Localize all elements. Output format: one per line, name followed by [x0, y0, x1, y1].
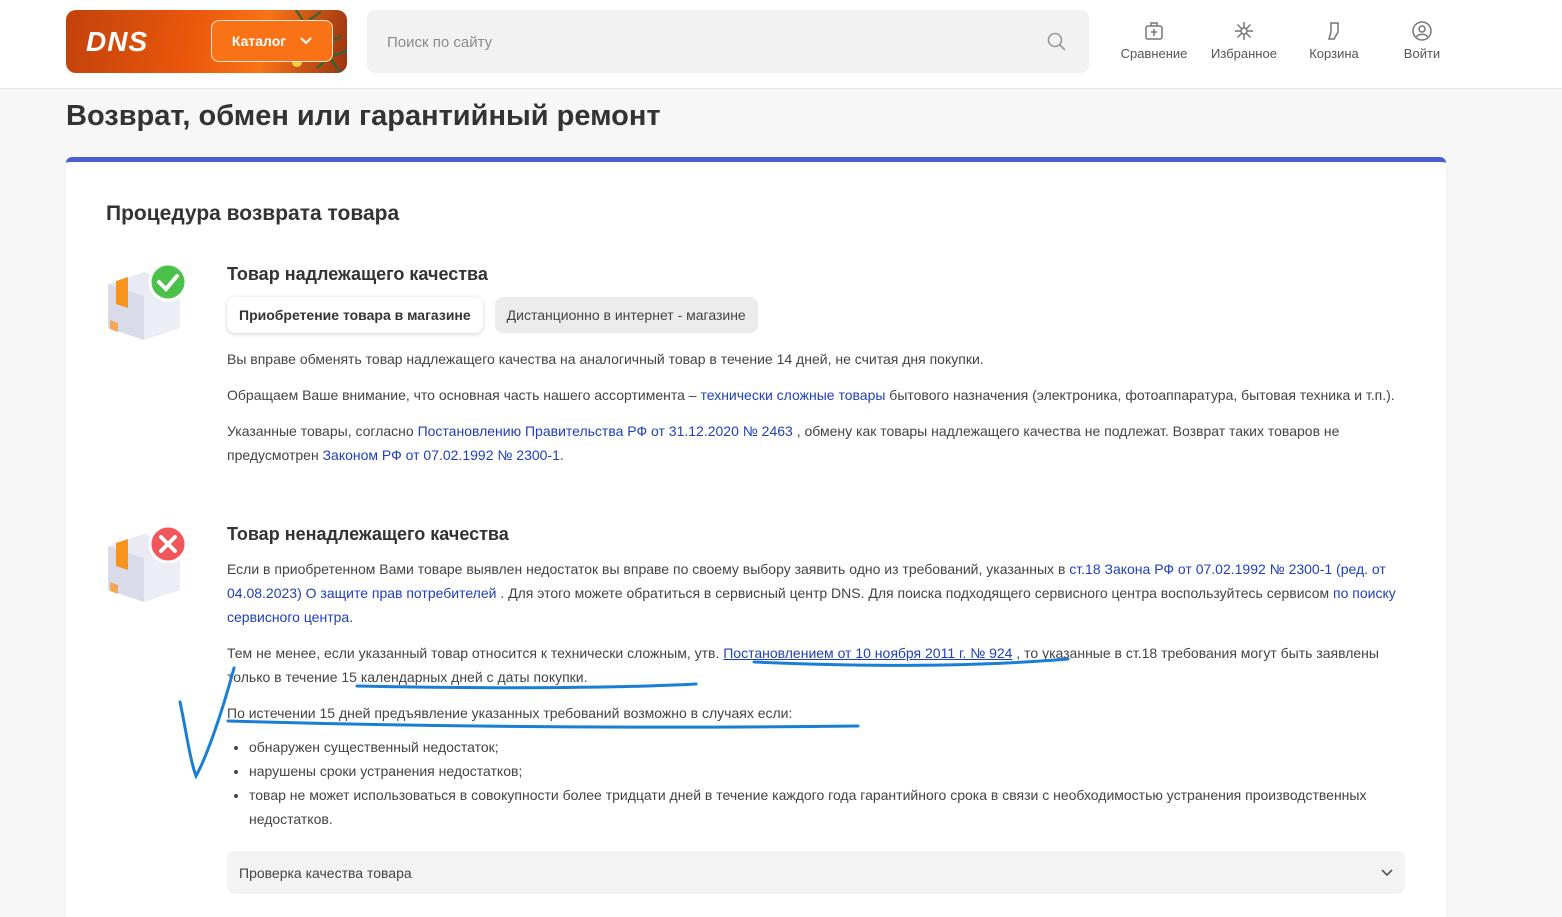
bad-quality-title: Товар ненадлежащего качества	[227, 524, 509, 544]
nav-login[interactable]: Войти	[1377, 20, 1467, 61]
accordion-label: Проверка качества товара	[239, 864, 412, 881]
chevron-down-icon	[300, 37, 312, 45]
tab-store-purchase[interactable]: Приобретение товара в магазине	[227, 297, 483, 333]
list-item: нарушены сроки устранения недостатков;	[249, 759, 1407, 783]
bad-paragraph-2: Тем не менее, если указанный товар относ…	[227, 641, 1407, 689]
search-input[interactable]	[367, 10, 1049, 75]
text-span: бытового назначения (электроника, фотоап…	[885, 387, 1395, 403]
box-cross-icon	[108, 524, 188, 602]
logo-banner[interactable]: DNS Каталог	[66, 10, 347, 73]
text-span: Обращаем Ваше внимание, что основная час…	[227, 387, 701, 403]
bad-quality-block: Товар ненадлежащего качества Если в прио…	[227, 524, 1407, 831]
good-paragraph-1: Вы вправе обменять товар надлежащего кач…	[227, 351, 984, 367]
favorite-icon	[1235, 22, 1253, 40]
nav-favorite-label: Избранное	[1211, 46, 1277, 61]
text-span: Тем не менее, если указанный товар относ…	[227, 645, 724, 661]
nav-compare-label: Сравнение	[1120, 46, 1188, 61]
complex-goods-link[interactable]: технически сложные товары	[700, 387, 885, 403]
user-icon	[1412, 21, 1432, 41]
compare-icon	[1145, 22, 1163, 40]
page-title: Возврат, обмен или гарантийный ремонт	[66, 100, 661, 132]
quality-check-accordion[interactable]: Проверка качества товара	[227, 851, 1405, 894]
bad-paragraph-1: Если в приобретенном Вами товаре выявлен…	[227, 557, 1407, 629]
catalog-label: Каталог	[231, 33, 287, 49]
bad-paragraph-3: По истечении 15 дней предъявление указан…	[227, 705, 793, 721]
conditions-list: обнаружен существенный недостаток; наруш…	[227, 735, 1407, 831]
list-item: товар не может использоваться в совокупн…	[249, 783, 1407, 831]
list-item: обнаружен существенный недостаток;	[249, 735, 1407, 759]
nav-favorite[interactable]: Избранное	[1199, 20, 1289, 61]
law-2300-link[interactable]: Законом РФ от 07.02.1992 № 2300-1	[323, 447, 560, 463]
section-title: Процедура возврата товара	[106, 202, 400, 225]
chevron-down-icon	[1381, 868, 1393, 876]
good-paragraph-2: Обращаем Ваше внимание, что основная час…	[227, 383, 1407, 407]
nav-compare[interactable]: Сравнение	[1109, 20, 1199, 61]
good-paragraph-3: Указанные товары, согласно Постановлению…	[227, 419, 1407, 467]
text-span: . Для этого можете обратиться в сервисны…	[496, 585, 1333, 601]
tab-online-purchase[interactable]: Дистанционно в интернет - магазине	[494, 297, 758, 333]
text-span: Указанные товары, согласно	[227, 423, 418, 439]
nav-cart-label: Корзина	[1309, 46, 1359, 61]
good-quality-title: Товар надлежащего качества	[227, 264, 488, 284]
decree-924-link[interactable]: Постановлением от 10 ноября 2011 г. № 92…	[723, 645, 1012, 661]
box-check-icon	[108, 262, 188, 340]
text-span: .	[349, 609, 354, 625]
search-box	[367, 10, 1089, 75]
text-span: Если в приобретенном Вами товаре выявлен…	[227, 561, 1070, 577]
cart-icon	[1328, 22, 1339, 40]
text-span: .	[559, 447, 564, 463]
good-quality-block: Товар надлежащего качества Приобретение …	[227, 264, 1407, 479]
search-icon[interactable]	[1047, 32, 1067, 52]
site-header: DNS Каталог Сравнение Избранное	[0, 0, 1562, 89]
purchase-tabs: Приобретение товара в магазине Дистанцио…	[227, 297, 1407, 333]
catalog-button[interactable]: Каталог	[211, 20, 333, 62]
nav-login-label: Войти	[1403, 46, 1441, 61]
content-card: Процедура возврата товара Товар надлежащ…	[66, 157, 1446, 917]
decree-2463-link[interactable]: Постановлению Правительства РФ от 31.12.…	[418, 423, 793, 439]
logo-text: DNS	[86, 26, 149, 57]
nav-cart[interactable]: Корзина	[1289, 20, 1379, 61]
